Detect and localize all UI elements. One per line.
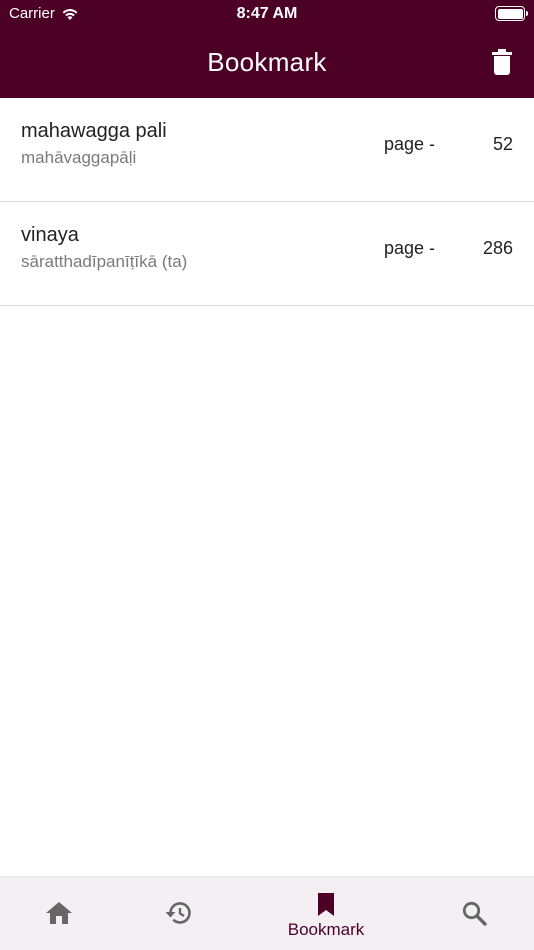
nav-bookmark[interactable]: Bookmark bbox=[266, 877, 386, 950]
nav-search[interactable] bbox=[431, 877, 517, 950]
app-bar: Carrier 8:47 AM Bookmark bbox=[0, 0, 534, 98]
bookmark-row[interactable]: mahawagga pali mahāvaggapāḷi page - 52 bbox=[0, 98, 534, 202]
search-icon bbox=[462, 901, 487, 926]
nav-bookmark-label: Bookmark bbox=[287, 920, 365, 939]
bookmark-title: mahawagga pali bbox=[21, 120, 167, 142]
battery-icon bbox=[495, 6, 528, 21]
page-number: 286 bbox=[482, 238, 513, 258]
bookmark-list: mahawagga pali mahāvaggapāḷi page - 52 v… bbox=[0, 98, 534, 306]
nav-home[interactable] bbox=[16, 877, 102, 950]
nav-history[interactable] bbox=[135, 877, 221, 950]
bookmark-title: vinaya bbox=[21, 224, 79, 246]
trash-icon bbox=[492, 49, 512, 75]
bottom-navigation: Bookmark bbox=[0, 876, 534, 950]
delete-all-button[interactable] bbox=[490, 48, 514, 76]
bookmark-icon bbox=[318, 893, 334, 916]
home-icon bbox=[46, 902, 72, 924]
page-number: 52 bbox=[492, 134, 513, 154]
bookmark-subtitle: sāratthadīpanīṭīkā (ta) bbox=[21, 252, 188, 271]
bookmark-subtitle: mahāvaggapāḷi bbox=[21, 148, 137, 167]
page-label: page - bbox=[384, 238, 436, 258]
page-title: Bookmark bbox=[207, 47, 327, 77]
history-icon bbox=[165, 902, 191, 924]
status-time: 8:47 AM bbox=[236, 5, 298, 22]
status-bar: Carrier 8:47 AM bbox=[0, 0, 534, 28]
page-label: page - bbox=[384, 134, 436, 154]
bookmark-row[interactable]: vinaya sāratthadīpanīṭīkā (ta) page - 28… bbox=[0, 202, 534, 306]
